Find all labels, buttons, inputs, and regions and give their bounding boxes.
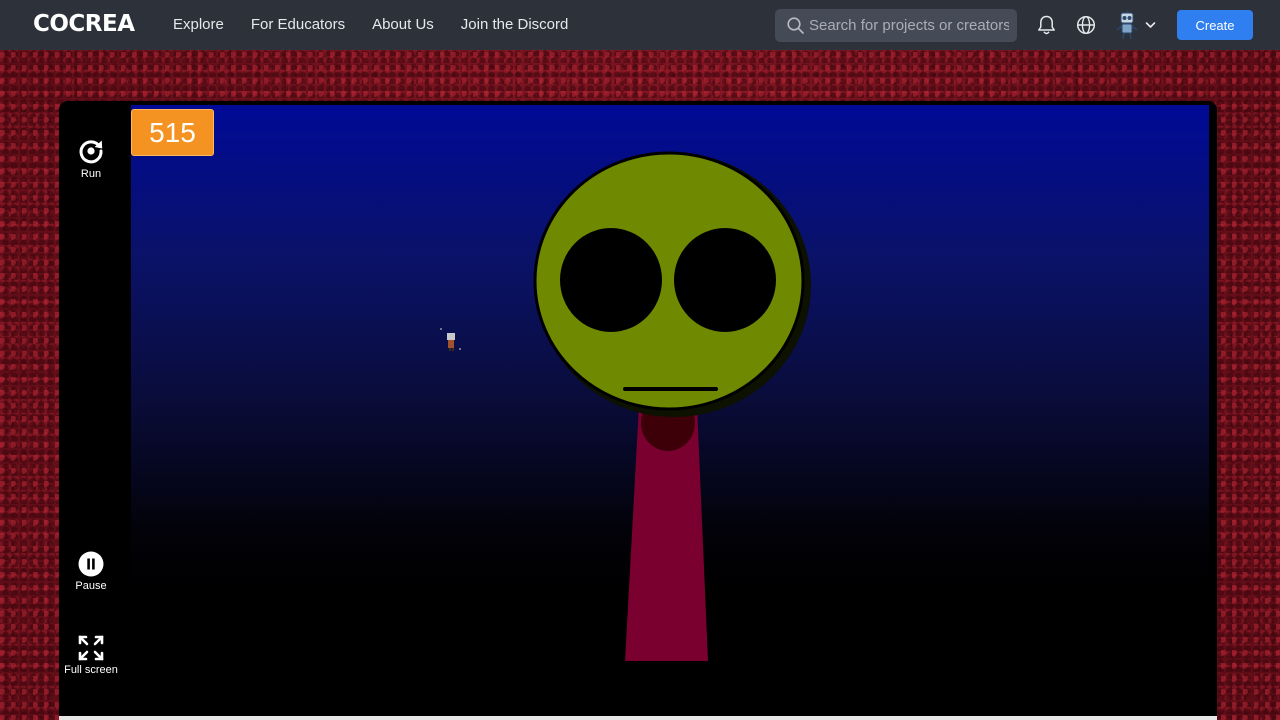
restart-icon (79, 140, 103, 164)
game-player: Run Pause Full screen 515 (59, 101, 1217, 720)
search-icon (787, 17, 804, 34)
chevron-down-icon (1145, 22, 1156, 28)
bell-icon[interactable] (1036, 14, 1057, 36)
search-input[interactable] (809, 9, 1009, 42)
robot-avatar (1116, 10, 1138, 40)
score-counter: 515 (131, 109, 214, 156)
pause-button[interactable]: Pause (59, 551, 123, 592)
fullscreen-label: Full screen (64, 664, 118, 676)
game-scene (440, 151, 811, 661)
expand-icon (78, 635, 104, 661)
top-navbar: COCREA Explore For Educators About Us Jo… (0, 0, 1280, 50)
run-label: Run (80, 168, 102, 180)
pause-label: Pause (75, 580, 107, 592)
alien-right-eye (674, 228, 776, 332)
player-controls: Run Pause Full screen (59, 101, 131, 716)
create-button[interactable]: Create (1177, 10, 1253, 40)
player-sprite (440, 328, 461, 351)
globe-icon[interactable] (1076, 15, 1096, 35)
run-button[interactable]: Run (59, 137, 123, 180)
alien-left-eye (560, 228, 662, 332)
fullscreen-button[interactable]: Full screen (59, 635, 123, 676)
main-nav: Explore For Educators About Us Join the … (173, 16, 568, 33)
cocrea-logo[interactable]: COCREA (33, 11, 135, 37)
search-box (775, 9, 1017, 42)
user-menu[interactable] (1113, 10, 1157, 40)
game-canvas[interactable]: 515 (131, 105, 1209, 716)
nav-explore-link[interactable]: Explore (173, 16, 224, 33)
nav-for-educators-link[interactable]: For Educators (251, 16, 345, 33)
nav-join-discord-link[interactable]: Join the Discord (461, 16, 569, 33)
nav-about-us-link[interactable]: About Us (372, 16, 434, 33)
pause-icon (78, 551, 104, 577)
